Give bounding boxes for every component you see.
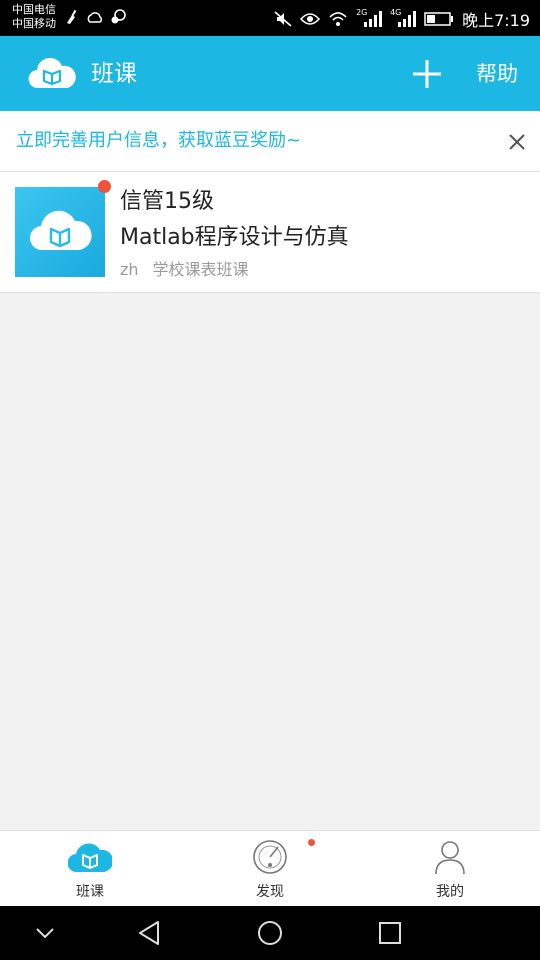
tab-label: 我的 xyxy=(436,884,464,900)
tab-me[interactable]: 我的 xyxy=(400,831,500,907)
carrier-info: 中国电信 中国移动 xyxy=(12,3,56,31)
course-title: Matlab程序设计与仿真 xyxy=(120,225,349,250)
clock: 晚上7:19 xyxy=(462,11,530,30)
app-bar: 班课 帮助 xyxy=(0,36,540,111)
profile-banner: 立即完善用户信息，获取蓝豆奖励~ xyxy=(0,111,540,172)
status-bar: 中国电信 中国移动 2G 4G 晚上7:19 xyxy=(0,0,540,36)
tab-discover[interactable]: 发现 xyxy=(220,831,320,907)
course-thumbnail xyxy=(15,187,105,277)
mute-icon xyxy=(274,11,292,27)
recents-square-icon[interactable] xyxy=(374,917,406,949)
course-teacher: zh xyxy=(120,260,139,279)
eye-icon xyxy=(300,13,321,25)
home-circle-icon[interactable] xyxy=(254,917,286,949)
weather-icon xyxy=(87,12,103,23)
network-4g-label: 4G xyxy=(390,8,402,17)
discover-badge xyxy=(308,839,315,846)
unread-badge xyxy=(98,180,111,193)
compass-icon xyxy=(253,840,287,874)
chevron-down-icon[interactable] xyxy=(29,917,61,949)
system-nav-bar xyxy=(0,906,540,960)
tab-classes[interactable]: 班课 xyxy=(40,831,140,907)
cloud-book-icon xyxy=(29,210,92,251)
tab-label: 班课 xyxy=(76,884,104,900)
wifi-icon xyxy=(329,12,347,26)
battery-icon xyxy=(424,12,454,26)
network-2g-label: 2G xyxy=(356,8,368,17)
add-button[interactable] xyxy=(408,55,446,93)
person-icon xyxy=(435,841,465,875)
cloud-book-icon xyxy=(68,843,112,873)
course-class-name: 信管15级 xyxy=(120,189,214,214)
carrier-2: 中国移动 xyxy=(12,17,56,30)
close-icon[interactable] xyxy=(505,130,529,154)
tab-bar: 班课 发现 我的 xyxy=(0,830,540,907)
course-list-item[interactable]: 信管15级 Matlab程序设计与仿真 zh 学校课表班课 xyxy=(0,172,540,293)
cloud-book-logo-icon xyxy=(28,57,76,89)
carrier-1: 中国电信 xyxy=(12,3,56,16)
help-button[interactable]: 帮助 xyxy=(476,60,518,88)
course-source: 学校课表班课 xyxy=(152,260,249,279)
broom-icon xyxy=(67,9,77,24)
page-title: 班课 xyxy=(91,61,137,87)
complete-profile-link[interactable]: 立即完善用户信息，获取蓝豆奖励~ xyxy=(16,128,301,154)
course-meta: zh 学校课表班课 xyxy=(120,259,249,281)
back-triangle-icon[interactable] xyxy=(134,917,166,949)
tab-label: 发现 xyxy=(256,884,284,900)
notification-icons xyxy=(64,9,126,25)
squirrel-icon xyxy=(111,9,126,24)
